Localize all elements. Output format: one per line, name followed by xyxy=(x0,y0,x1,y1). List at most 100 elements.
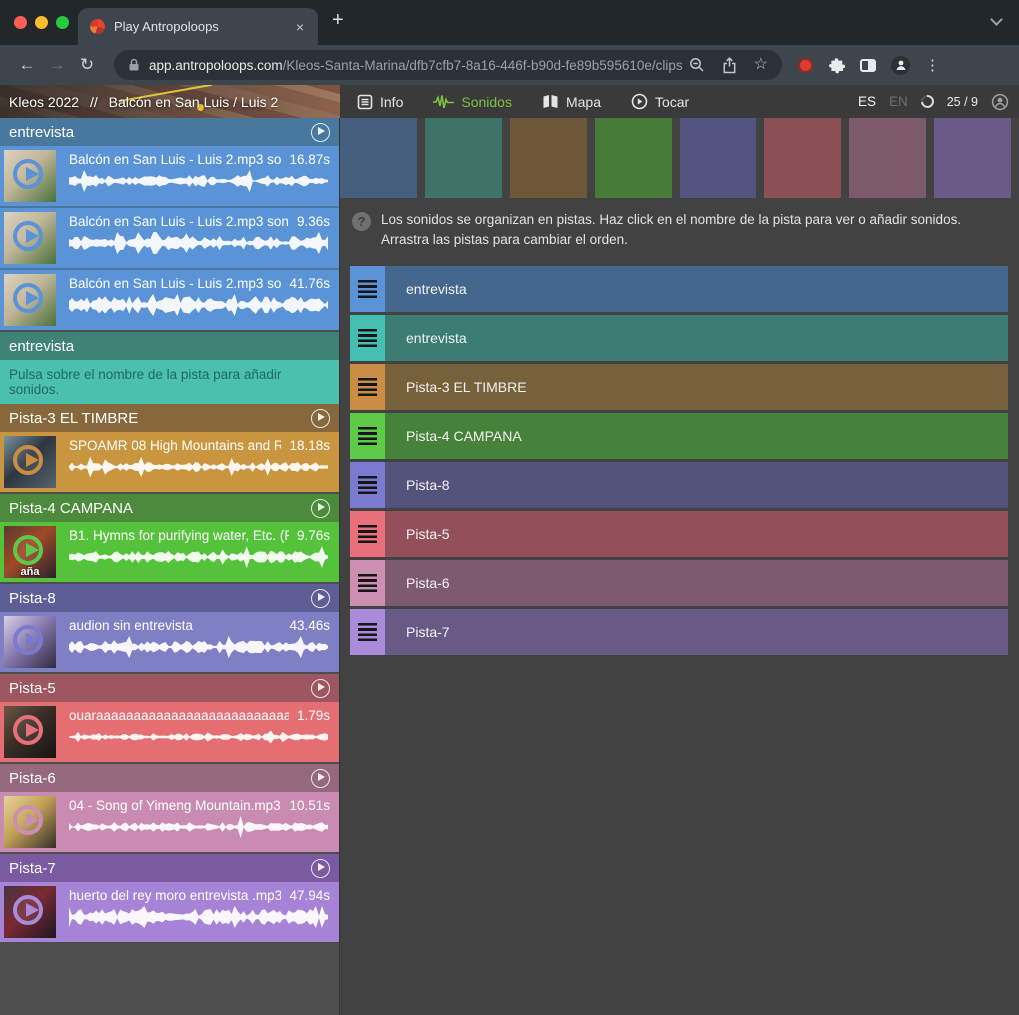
track-row[interactable]: Pista-7 xyxy=(350,609,1008,655)
side-panel-icon[interactable] xyxy=(860,59,876,72)
track-header[interactable]: entrevista xyxy=(0,118,339,146)
drag-handle[interactable] xyxy=(350,609,385,655)
share-icon[interactable] xyxy=(722,57,737,74)
clip-thumbnail[interactable]: aña xyxy=(4,526,56,578)
clip-waveform[interactable] xyxy=(69,169,330,193)
clip-waveform[interactable] xyxy=(69,293,330,317)
close-window-button[interactable] xyxy=(14,16,27,29)
track-row[interactable]: entrevista xyxy=(350,266,1008,312)
track-header[interactable]: Pista-5 xyxy=(0,674,339,702)
track-row-body[interactable]: Pista-7 xyxy=(385,609,1008,655)
clip-item[interactable]: 04 - Song of Yimeng Mountain.mp3 10.51s xyxy=(0,792,339,852)
breadcrumb-project[interactable]: Kleos 2022 xyxy=(9,94,79,110)
back-button[interactable]: ← xyxy=(12,55,42,75)
clip-play-icon[interactable] xyxy=(13,283,43,313)
track-header[interactable]: Pista-3 EL TIMBRE xyxy=(0,404,339,432)
track-row-body[interactable]: Pista-5 xyxy=(385,511,1008,557)
clip-thumbnail[interactable] xyxy=(4,274,56,326)
zoom-window-button[interactable] xyxy=(56,16,69,29)
clip-play-icon[interactable] xyxy=(13,895,43,925)
track-row-body[interactable]: entrevista xyxy=(385,266,1008,312)
account-icon[interactable] xyxy=(991,93,1009,111)
clip-thumbnail[interactable] xyxy=(4,796,56,848)
track-row[interactable]: Pista-3 EL TIMBRE xyxy=(350,364,1008,410)
track-play-button[interactable] xyxy=(311,409,330,428)
track-row-body[interactable]: Pista-8 xyxy=(385,462,1008,508)
lang-es-button[interactable]: ES xyxy=(858,94,876,109)
recording-extension-icon[interactable] xyxy=(798,58,813,73)
track-header[interactable]: Pista-7 xyxy=(0,854,339,882)
clip-thumbnail[interactable] xyxy=(4,150,56,202)
zoom-out-icon[interactable] xyxy=(689,57,705,73)
nav-info[interactable]: Info xyxy=(357,94,403,110)
nav-mapa[interactable]: Mapa xyxy=(542,94,601,110)
clip-play-icon[interactable] xyxy=(13,715,43,745)
forward-button[interactable]: → xyxy=(42,55,72,75)
clip-waveform[interactable] xyxy=(69,815,330,839)
clip-play-icon[interactable] xyxy=(13,159,43,189)
clip-item[interactable]: Balcón en San Luis - Luis 2.mp3 sonido h… xyxy=(0,270,339,330)
track-row-body[interactable]: Pista-4 CAMPANA xyxy=(385,413,1008,459)
track-row-body[interactable]: Pista-6 xyxy=(385,560,1008,606)
clip-item[interactable]: huerto del rey moro entrevista .mp3 47.9… xyxy=(0,882,339,942)
track-play-button[interactable] xyxy=(311,589,330,608)
reload-button[interactable]: ↻ xyxy=(72,55,102,75)
track-header[interactable]: Pista-6 xyxy=(0,764,339,792)
track-play-button[interactable] xyxy=(311,769,330,788)
nav-sonidos[interactable]: Sonidos xyxy=(433,94,512,110)
clip-play-icon[interactable] xyxy=(13,445,43,475)
track-row[interactable]: Pista-8 xyxy=(350,462,1008,508)
track-row[interactable]: Pista-5 xyxy=(350,511,1008,557)
project-map-banner[interactable]: Kleos 2022 // Balcón en San Luis / Luis … xyxy=(0,85,340,118)
tab-search-chevron-icon[interactable] xyxy=(990,13,1003,26)
track-play-button[interactable] xyxy=(311,123,330,142)
new-tab-button[interactable]: + xyxy=(332,9,344,32)
profile-avatar[interactable] xyxy=(891,56,910,75)
track-header[interactable]: Pista-8 xyxy=(0,584,339,612)
drag-handle[interactable] xyxy=(350,315,385,361)
close-tab-icon[interactable]: × xyxy=(294,19,306,35)
drag-handle[interactable] xyxy=(350,560,385,606)
clip-thumbnail[interactable] xyxy=(4,706,56,758)
extensions-puzzle-icon[interactable] xyxy=(828,57,845,74)
clip-play-icon[interactable] xyxy=(13,805,43,835)
track-row[interactable]: Pista-6 xyxy=(350,560,1008,606)
clip-waveform[interactable] xyxy=(69,455,330,479)
drag-handle[interactable] xyxy=(350,413,385,459)
minimize-window-button[interactable] xyxy=(35,16,48,29)
track-row[interactable]: entrevista xyxy=(350,315,1008,361)
lang-en-button[interactable]: EN xyxy=(889,94,908,109)
clip-waveform[interactable] xyxy=(69,635,330,659)
address-bar[interactable]: app.antropoloops.com /Kleos-Santa-Marina… xyxy=(114,50,782,80)
track-header[interactable]: entrevista xyxy=(0,332,339,360)
clip-waveform[interactable] xyxy=(69,725,330,749)
drag-handle[interactable] xyxy=(350,364,385,410)
clip-waveform[interactable] xyxy=(69,905,330,929)
track-row-body[interactable]: entrevista xyxy=(385,315,1008,361)
clip-play-icon[interactable] xyxy=(13,221,43,251)
browser-menu-icon[interactable]: ⋮ xyxy=(925,56,940,74)
clip-thumbnail[interactable] xyxy=(4,212,56,264)
clip-thumbnail[interactable] xyxy=(4,436,56,488)
track-play-button[interactable] xyxy=(311,859,330,878)
clip-play-icon[interactable] xyxy=(13,535,43,565)
clip-waveform[interactable] xyxy=(69,231,330,255)
clip-play-icon[interactable] xyxy=(13,625,43,655)
clip-item[interactable]: Balcón en San Luis - Luis 2.mp3 sonido h… xyxy=(0,208,339,268)
drag-handle[interactable] xyxy=(350,266,385,312)
clip-waveform[interactable] xyxy=(69,545,330,569)
clip-item[interactable]: Balcón en San Luis - Luis 2.mp3 sonido h… xyxy=(0,146,339,206)
clip-thumbnail[interactable] xyxy=(4,886,56,938)
nav-tocar[interactable]: Tocar xyxy=(631,93,689,110)
clip-thumbnail[interactable] xyxy=(4,616,56,668)
browser-tab[interactable]: Play Antropoloops × xyxy=(78,8,318,45)
clip-item[interactable]: audion sin entrevista 43.46s xyxy=(0,612,339,672)
track-play-button[interactable] xyxy=(311,679,330,698)
track-play-button[interactable] xyxy=(311,499,330,518)
bookmark-star-icon[interactable]: ☆ xyxy=(754,57,768,73)
track-header[interactable]: Pista-4 CAMPANA xyxy=(0,494,339,522)
clip-item[interactable]: ouaraaaaaaaaaaaaaaaaaaaaaaaaaaaaaaaaaa..… xyxy=(0,702,339,762)
clip-item[interactable]: aña B1. Hymns for purifying water, Etc. … xyxy=(0,522,339,582)
clip-item[interactable]: SPOAMR 08 High Mountains and Running ...… xyxy=(0,432,339,492)
drag-handle[interactable] xyxy=(350,462,385,508)
